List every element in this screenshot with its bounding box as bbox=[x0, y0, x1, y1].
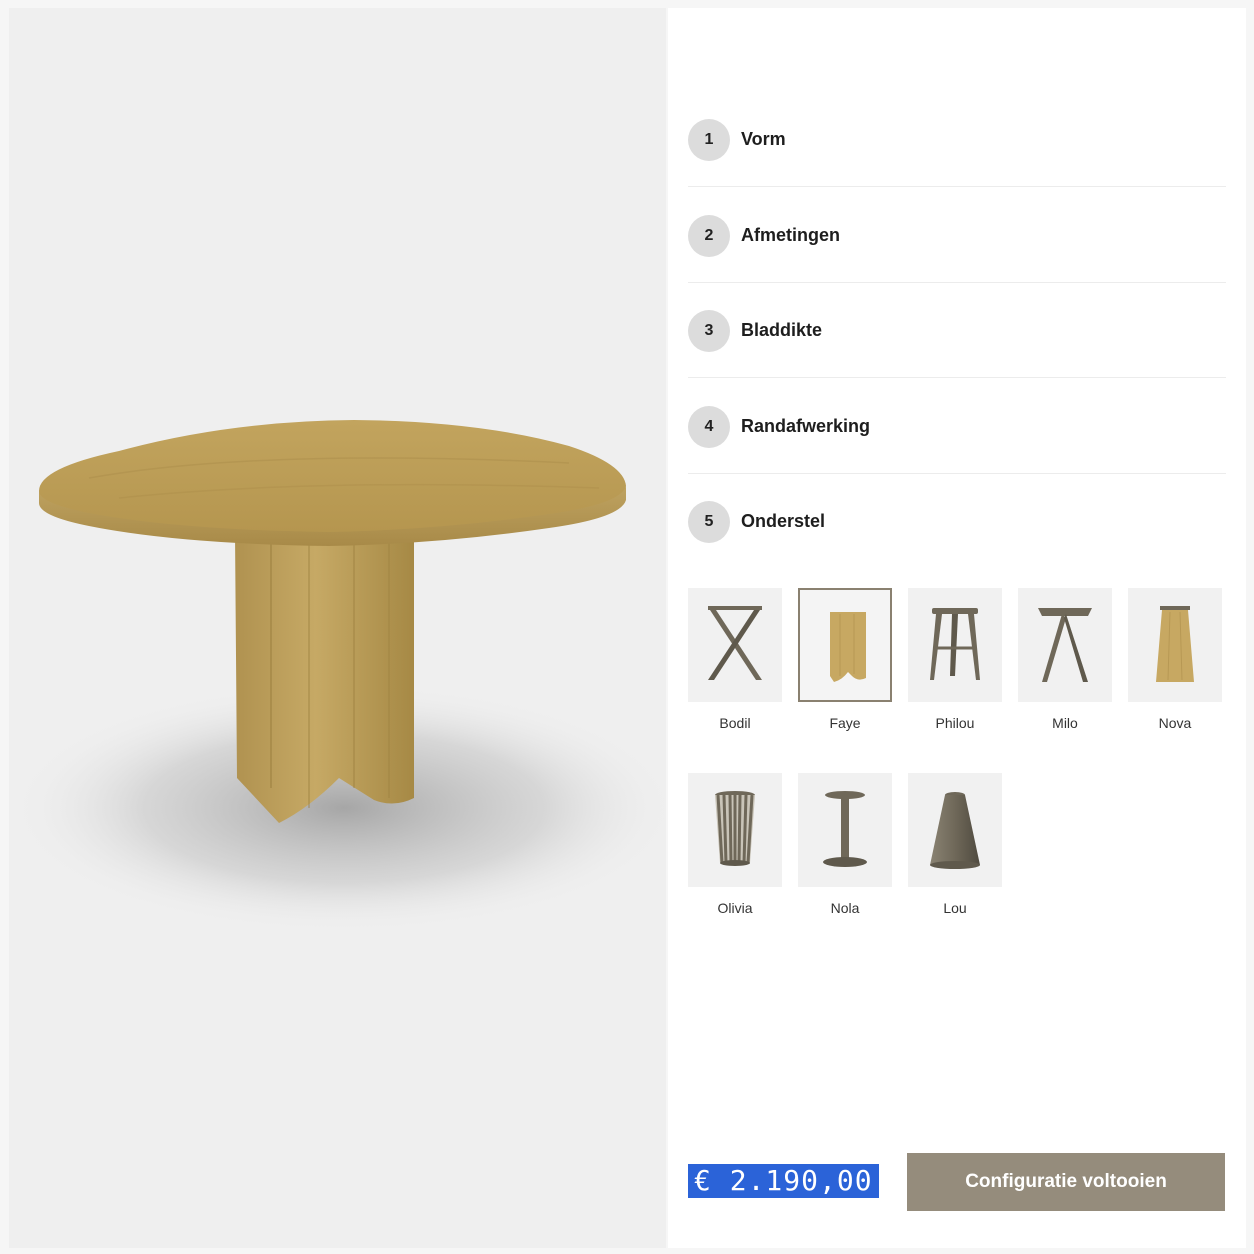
cone-base-icon bbox=[930, 792, 980, 869]
base-option-lou[interactable]: Lou bbox=[908, 773, 1002, 923]
base-option-milo[interactable]: Milo bbox=[1018, 588, 1112, 738]
slatted-base-icon bbox=[715, 791, 755, 866]
step-afmetingen[interactable]: 2 Afmetingen bbox=[688, 215, 1226, 311]
base-thumbnail bbox=[908, 773, 1002, 887]
base-option-bodil[interactable]: Bodil bbox=[688, 588, 782, 738]
base-option-philou[interactable]: Philou bbox=[908, 588, 1002, 738]
base-option-label: Bodil bbox=[719, 715, 751, 731]
step-number: 5 bbox=[688, 501, 730, 543]
total-price: € 2.190,00 bbox=[688, 1164, 879, 1198]
base-option-nola[interactable]: Nola bbox=[798, 773, 892, 923]
divider bbox=[688, 473, 1226, 474]
tripod-base-icon bbox=[930, 608, 980, 680]
column-base-icon bbox=[823, 791, 867, 867]
divider bbox=[688, 282, 1226, 283]
step-label: Bladdikte bbox=[741, 320, 823, 340]
base-option-label: Lou bbox=[943, 900, 967, 916]
base-option-label: Olivia bbox=[717, 900, 753, 916]
base-option-nova[interactable]: Nova bbox=[1128, 588, 1222, 738]
pedestal-base bbox=[235, 533, 414, 823]
step-label: Afmetingen bbox=[741, 225, 840, 245]
base-thumbnail bbox=[1128, 588, 1222, 702]
step-label: Randafwerking bbox=[741, 416, 871, 436]
divider bbox=[688, 377, 1226, 378]
step-onderstel[interactable]: 5 Onderstel bbox=[688, 501, 1226, 597]
base-option-label: Faye bbox=[829, 715, 861, 731]
step-randafwerking[interactable]: 4 Randafwerking bbox=[688, 406, 1226, 502]
base-thumbnail bbox=[798, 588, 892, 702]
base-option-olivia[interactable]: Olivia bbox=[688, 773, 782, 923]
table-render bbox=[9, 420, 666, 933]
base-thumbnail bbox=[908, 588, 1002, 702]
x-base-icon bbox=[708, 606, 762, 680]
base-thumbnail bbox=[688, 588, 782, 702]
step-number: 4 bbox=[688, 406, 730, 448]
step-label: Onderstel bbox=[741, 511, 826, 531]
wood-pedestal-icon bbox=[830, 612, 866, 682]
wood-taper-base-icon bbox=[1156, 606, 1194, 682]
step-vorm[interactable]: 1 Vorm bbox=[688, 119, 1226, 215]
step-number: 1 bbox=[688, 119, 730, 161]
configurator-panel: 1 Vorm 2 Afmetingen 3 Bladdikte 4 Randaf… bbox=[668, 8, 1246, 1248]
divider bbox=[688, 186, 1226, 187]
step-number: 2 bbox=[688, 215, 730, 257]
base-option-label: Milo bbox=[1052, 715, 1078, 731]
base-option-label: Philou bbox=[935, 715, 975, 731]
base-option-label: Nola bbox=[830, 900, 860, 916]
step-label: Vorm bbox=[741, 129, 786, 149]
base-option-faye[interactable]: Faye bbox=[798, 588, 892, 738]
tabletop bbox=[39, 420, 626, 546]
step-number: 3 bbox=[688, 310, 730, 352]
splay-base-icon bbox=[1038, 608, 1092, 682]
base-thumbnail bbox=[1018, 588, 1112, 702]
base-thumbnail bbox=[688, 773, 782, 887]
product-preview[interactable] bbox=[9, 8, 666, 1248]
base-option-label: Nova bbox=[1158, 715, 1192, 731]
complete-configuration-button[interactable]: Configuratie voltooien bbox=[907, 1153, 1225, 1211]
base-thumbnail bbox=[798, 773, 892, 887]
step-bladdikte[interactable]: 3 Bladdikte bbox=[688, 310, 1226, 406]
